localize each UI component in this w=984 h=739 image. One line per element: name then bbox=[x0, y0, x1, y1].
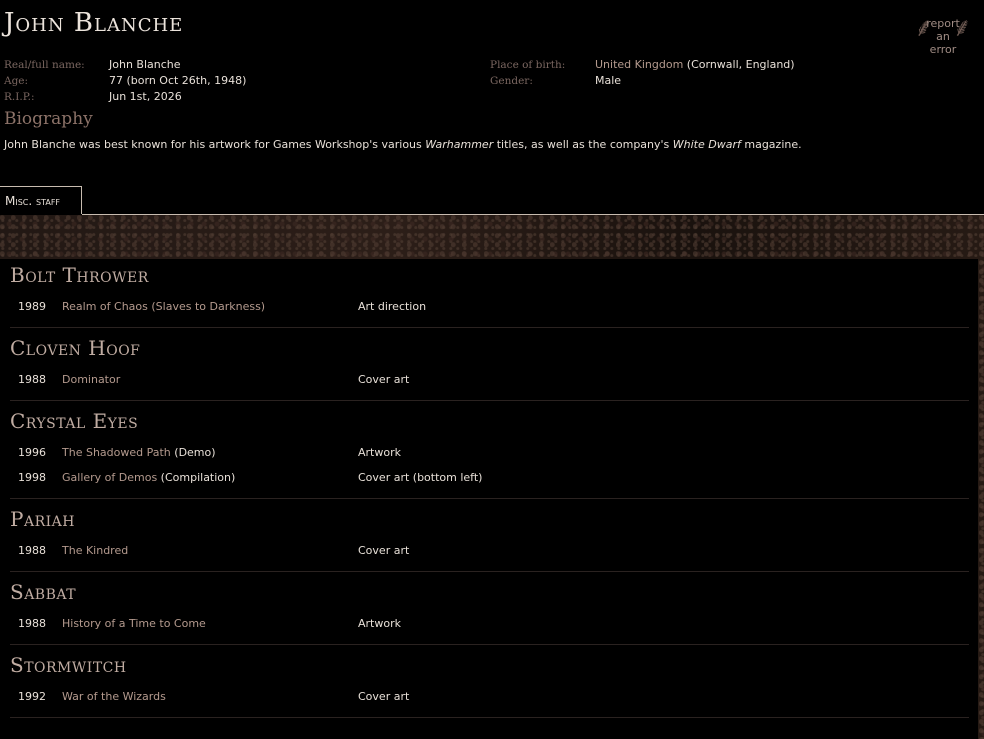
info-value: John Blanche bbox=[109, 58, 181, 71]
credit-year: 1992 bbox=[18, 690, 46, 703]
release-link[interactable]: The Kindred bbox=[62, 544, 128, 557]
credit-role: Artwork bbox=[358, 617, 401, 630]
info-value: Jun 1st, 2026 bbox=[109, 90, 182, 103]
credit-year: 1988 bbox=[18, 544, 46, 557]
band-section: Sabbat 1988 History of a Time to Come Ar… bbox=[10, 576, 969, 645]
page-title: John Blanche bbox=[4, 8, 184, 38]
birthplace-detail: (Cornwall, England) bbox=[683, 58, 795, 71]
bio-part-3: magazine. bbox=[740, 138, 802, 151]
bio-part-2: titles, as well as the company's bbox=[493, 138, 673, 151]
band-section: Stormwitch 1992 War of the Wizards Cover… bbox=[10, 649, 969, 718]
bio-em-2: White Dwarf bbox=[672, 138, 741, 151]
band-title-link[interactable]: Cloven Hoof bbox=[10, 336, 140, 360]
credit-role: Cover art (bottom left) bbox=[358, 471, 483, 484]
release-link[interactable]: The Shadowed Path bbox=[62, 446, 171, 459]
tab-misc-staff[interactable]: Misc. staff bbox=[0, 186, 82, 214]
release-link[interactable]: Dominator bbox=[62, 373, 120, 386]
info-label: Real/full name: bbox=[4, 59, 85, 71]
info-label: R.I.P.: bbox=[4, 91, 35, 103]
release-link[interactable]: War of the Wizards bbox=[62, 690, 166, 703]
band-section: Pariah 1988 The Kindred Cover art bbox=[10, 503, 969, 572]
credit-year: 1996 bbox=[18, 446, 46, 459]
release-type: (Compilation) bbox=[157, 471, 236, 484]
info-left: Real/full name: John Blanche Age: 77 (born… bbox=[4, 57, 246, 105]
credit-year: 1988 bbox=[18, 617, 46, 630]
band-title-link[interactable]: Crystal Eyes bbox=[10, 409, 138, 433]
info-right: Place of birth: United Kingdom (Cornwall,… bbox=[490, 57, 795, 89]
info-label: Gender: bbox=[490, 75, 533, 87]
bio-em-1: Warhammer bbox=[425, 138, 494, 151]
credit-role: Artwork bbox=[358, 446, 401, 459]
info-label: Place of birth: bbox=[490, 59, 566, 71]
credits-panel: Bolt Thrower 1989 Realm of Chaos (Slaves… bbox=[0, 259, 978, 739]
birthplace-country-link[interactable]: United Kingdom bbox=[595, 58, 683, 71]
band-section: Crystal Eyes 1996 The Shadowed Path (Dem… bbox=[10, 405, 969, 499]
band-title-link[interactable]: Bolt Thrower bbox=[10, 263, 149, 287]
info-row-rip: R.I.P.: Jun 1st, 2026 bbox=[4, 89, 246, 105]
biography-heading: Biography bbox=[4, 109, 93, 129]
credit-year: 1998 bbox=[18, 471, 46, 484]
release-link[interactable]: Realm of Chaos (Slaves to Darkness) bbox=[62, 300, 265, 313]
release-link[interactable]: Gallery of Demos bbox=[62, 471, 157, 484]
credit-role: Cover art bbox=[358, 544, 410, 557]
band-section: Cloven Hoof 1988 Dominator Cover art bbox=[10, 332, 969, 401]
report-error-link[interactable]: ⸙ report an error ⸙ bbox=[914, 13, 972, 56]
biography-text: John Blanche was best known for his artw… bbox=[4, 138, 802, 151]
credit-year: 1988 bbox=[18, 373, 46, 386]
info-label: Age: bbox=[4, 75, 29, 87]
info-value: 77 (born Oct 26th, 1948) bbox=[109, 74, 247, 87]
band-section: Bolt Thrower 1989 Realm of Chaos (Slaves… bbox=[10, 259, 969, 328]
credit-year: 1989 bbox=[18, 300, 46, 313]
band-title-link[interactable]: Stormwitch bbox=[10, 653, 127, 677]
info-row-gender: Gender: Male bbox=[490, 73, 795, 89]
credit-role: Cover art bbox=[358, 690, 410, 703]
bio-part-1: John Blanche was best known for his artw… bbox=[4, 138, 426, 151]
info-row-real-name: Real/full name: John Blanche bbox=[4, 57, 246, 73]
credit-role: Cover art bbox=[358, 373, 410, 386]
band-title-link[interactable]: Sabbat bbox=[10, 580, 76, 604]
info-row-age: Age: 77 (born Oct 26th, 1948) bbox=[4, 73, 246, 89]
info-value: Male bbox=[595, 74, 622, 87]
release-type: (Demo) bbox=[170, 446, 216, 459]
info-row-birthplace: Place of birth: United Kingdom (Cornwall,… bbox=[490, 57, 795, 73]
credit-role: Art direction bbox=[358, 300, 427, 313]
scroll-curl-right-icon: ⸙ bbox=[952, 13, 972, 43]
band-title-link[interactable]: Pariah bbox=[10, 507, 75, 531]
release-link[interactable]: History of a Time to Come bbox=[62, 617, 206, 630]
